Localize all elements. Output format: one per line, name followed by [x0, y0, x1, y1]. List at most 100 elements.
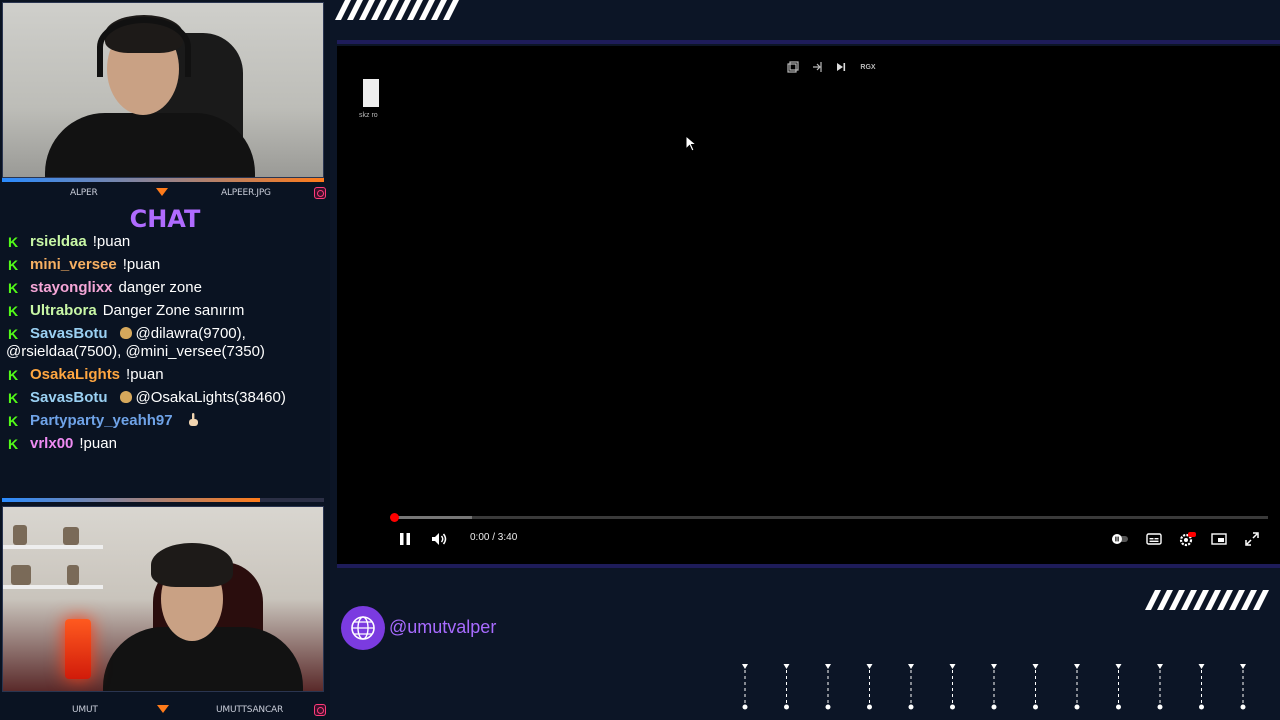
seek-bar-knob[interactable] — [390, 513, 399, 522]
gear-icon — [1179, 532, 1196, 547]
webcam-bottom-progress — [2, 498, 324, 502]
skip-button[interactable] — [832, 60, 850, 74]
deco-dot — [1074, 704, 1080, 710]
webcam-top-namebar: ALPER ALPEER.JPG — [0, 185, 330, 201]
skip-next-icon — [837, 63, 846, 71]
webcam-bottom-handle: UMUTTSANCAR — [216, 705, 284, 715]
kick-badge-icon: K — [8, 436, 19, 452]
video-player[interactable]: skz ro RGX 0:00 / 3:40 — [337, 46, 1280, 564]
deco-triangle — [1074, 664, 1080, 669]
chat-message: K OsakaLights !puan — [6, 366, 326, 384]
kick-badge-icon: K — [8, 326, 19, 342]
webcam-top-handle: ALPEER.JPG — [221, 188, 271, 198]
deco-triangle — [1115, 664, 1122, 669]
webcam-top-name: ALPER — [70, 188, 98, 198]
chat-username[interactable]: rsieldaa — [30, 233, 87, 250]
overlay-toolbar: RGX — [784, 60, 880, 74]
enter-button[interactable] — [808, 60, 826, 74]
autoplay-toggle[interactable] — [1111, 528, 1129, 550]
chat-message: K Partyparty_yeahh97 — [6, 412, 326, 430]
miniplayer-button[interactable] — [1211, 528, 1227, 550]
deco-triangle — [949, 664, 956, 669]
deco-triangle — [1032, 664, 1039, 669]
chat-message: Kvrlx00 !puan — [6, 435, 326, 453]
chat-text: @OsakaLights(38460) — [135, 389, 286, 406]
deco-triangle — [1157, 664, 1163, 669]
desktop-file-icon[interactable] — [363, 79, 379, 107]
deco-dot — [1157, 704, 1163, 710]
chat-message: Krsieldaa !puan — [6, 233, 326, 251]
mouse-cursor-icon — [685, 135, 697, 152]
autoplay-toggle-icon — [1112, 534, 1128, 544]
kick-badge-icon: K — [8, 390, 19, 406]
kick-badge-icon: K — [8, 280, 19, 296]
webcam-top — [2, 2, 324, 178]
video-frame-top — [337, 40, 1280, 44]
chat-message: Kstayonglixx danger zone — [6, 279, 326, 297]
shelf-decor — [67, 565, 79, 585]
time-display: 0:00 / 3:40 — [470, 532, 518, 543]
globe-icon — [351, 616, 375, 640]
social-handle: @umutvalper — [389, 617, 497, 637]
stripes-decoration — [1145, 590, 1269, 610]
deco-dot — [991, 704, 997, 710]
chat-username[interactable]: Partyparty_yeahh97 — [30, 412, 173, 429]
deco-dot — [1033, 704, 1038, 710]
instagram-icon — [314, 187, 326, 199]
deco-triangle — [991, 664, 997, 669]
deco-triangle — [825, 664, 831, 669]
triangle-icon — [157, 705, 169, 713]
popout-button[interactable] — [784, 60, 802, 74]
chat-text: danger zone — [118, 279, 202, 296]
video-frame-bottom — [337, 564, 1280, 568]
settings-button[interactable] — [1178, 528, 1196, 550]
chat-text: !puan — [126, 366, 164, 383]
deco-dot — [950, 704, 955, 710]
headset — [97, 17, 191, 77]
chat-message: K SavasBotu @dilawra(9700), @rsieldaa(7500… — [6, 325, 326, 361]
chat-username[interactable]: SavasBotu — [30, 389, 108, 406]
deco-dot — [784, 704, 789, 710]
shelf — [3, 545, 103, 549]
seek-bar[interactable] — [390, 513, 1268, 522]
subtitles-icon — [1146, 533, 1162, 545]
miniplayer-icon — [1211, 533, 1227, 545]
fullscreen-button[interactable] — [1245, 528, 1259, 550]
chat-username[interactable]: vrlx00 — [30, 435, 73, 452]
chat-username[interactable]: Ultrabora — [30, 302, 97, 319]
kick-badge-icon: K — [8, 303, 19, 319]
chat-text: !puan — [79, 435, 117, 452]
pointing-hand-icon — [188, 413, 198, 426]
chat-text: !puan — [122, 256, 161, 273]
subtitles-button[interactable] — [1146, 528, 1162, 550]
seek-bar-buffered — [393, 516, 472, 519]
chat-username[interactable]: SavasBotu — [30, 325, 108, 342]
chat-username[interactable]: mini_versee — [30, 256, 117, 273]
chat-message: K Ultrabora Danger Zone sanırım — [6, 302, 326, 320]
money-bag-icon — [119, 327, 132, 339]
chat-message-list: Krsieldaa !puan Kmini_versee !puan Kstayongl… — [6, 233, 326, 458]
deco-triangle — [866, 664, 873, 669]
shelf-decor — [13, 525, 27, 545]
person-hair — [151, 543, 233, 587]
shelf-decor — [11, 565, 31, 585]
kick-badge-icon: K — [8, 413, 19, 429]
red-lamp — [65, 619, 91, 679]
chat-text: Danger Zone sanırım — [102, 302, 245, 319]
shelf — [3, 585, 103, 589]
volume-button[interactable] — [431, 528, 449, 550]
deco-dot — [825, 704, 831, 710]
rgx-button[interactable]: RGX — [856, 60, 880, 74]
chat-username[interactable]: stayonglixx — [30, 279, 113, 296]
chat-text: !puan — [92, 233, 131, 250]
popout-icon — [787, 61, 799, 73]
triangle-icon — [156, 188, 168, 196]
enter-icon — [813, 62, 822, 72]
pause-button[interactable] — [399, 528, 411, 550]
shelf-decor — [63, 527, 79, 545]
player-controls: 0:00 / 3:40 — [393, 528, 1268, 550]
chat-username[interactable]: OsakaLights — [30, 366, 120, 383]
stripes-decoration — [335, 0, 459, 20]
deco-dot — [742, 704, 748, 710]
pause-icon — [400, 533, 410, 545]
